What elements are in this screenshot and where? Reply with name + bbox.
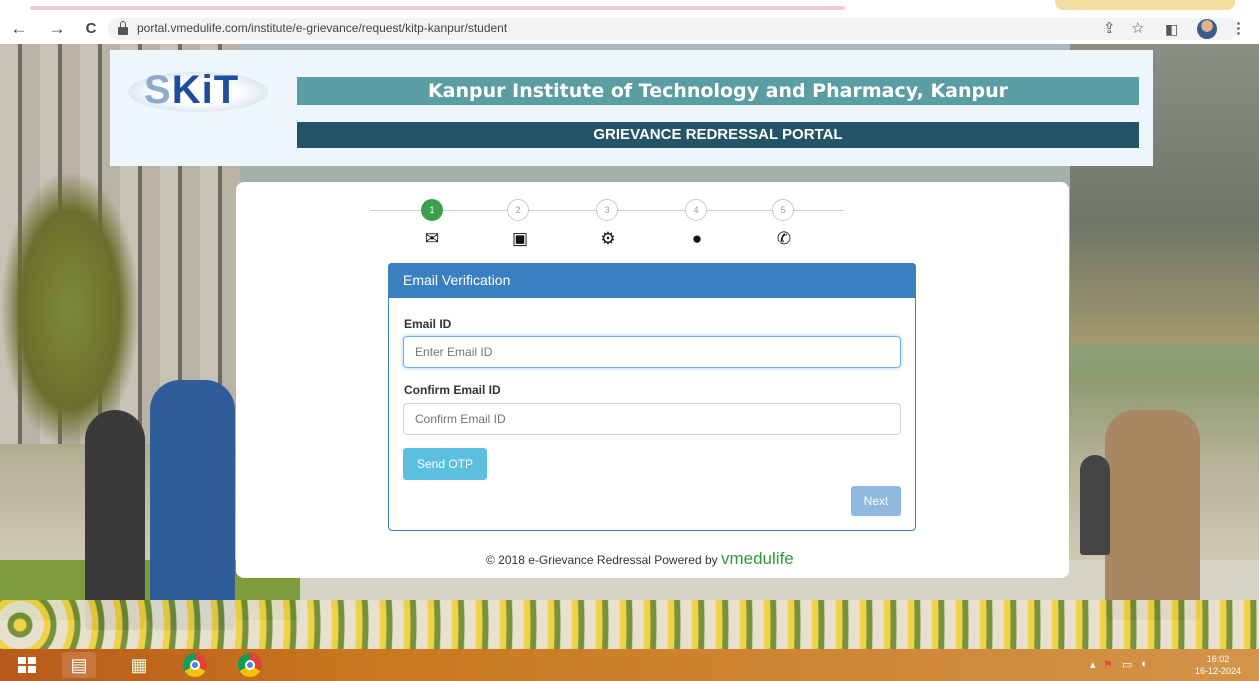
reload-button[interactable]: C [80,18,102,40]
student-figure [1080,455,1110,555]
tray-expand-icon[interactable]: ▴ [1090,658,1096,671]
student-figure [1105,410,1200,620]
network-icon[interactable]: ▭ [1122,658,1132,671]
panel-title: Email Verification [388,263,916,298]
confirm-email-label: Confirm Email ID [404,383,501,397]
step-4-indicator: 4 [685,199,707,221]
daffodils-foreground [0,600,1259,649]
contact-book-icon: ▣ [511,229,529,248]
file-explorer-button[interactable]: ▤ [62,652,96,678]
vmedulife-link[interactable]: vmedulife [721,549,794,568]
confirm-email-input[interactable] [403,403,901,435]
email-verification-panel [388,263,916,531]
chrome-icon[interactable] [183,653,207,677]
step-2-indicator: 2 [507,199,529,221]
volume-icon[interactable]: ◖ [1140,658,1147,670]
clock-time: 16:02 [1206,654,1230,664]
institute-title: Kanpur Institute of Technology and Pharm… [297,77,1139,105]
share-icon[interactable]: ⇪ [1103,20,1116,38]
profile-avatar[interactable] [1197,19,1217,39]
portal-title: GRIEVANCE REDRESSAL PORTAL [297,122,1139,148]
step-1-indicator: 1 [421,199,443,221]
excel-icon: ▦ [130,655,148,675]
menu-kebab-icon[interactable]: ⋮ [1231,20,1246,38]
footer-copyright: © 2018 e-Grievance Redressal Powered by … [486,549,794,569]
tree-background [0,170,140,450]
folder-icon: ▤ [70,655,88,675]
chrome-icon[interactable] [238,653,262,677]
taskbar-clock[interactable]: 16:02 16-12-2024 [1188,653,1248,677]
bookmark-star-icon[interactable]: ☆ [1131,20,1144,38]
email-label: Email ID [404,317,452,331]
excel-button[interactable]: ▦ [122,652,156,678]
next-button[interactable]: Next [851,486,901,516]
windows-start-icon[interactable] [18,657,36,673]
tab-indicator [1055,0,1235,10]
gears-icon: ⚙ [600,229,616,248]
tab-indicator [30,6,845,10]
step-5-indicator: 5 [772,199,794,221]
clock-date: 16-12-2024 [1194,666,1242,676]
tab-strip [0,0,1259,12]
copyright-text: © 2018 e-Grievance Redressal Powered by [486,553,718,567]
comment-icon: ● [691,229,703,248]
kit-logo: SKiT [128,66,268,114]
envelope-icon: ✉ [424,229,440,248]
lock-icon [118,21,128,35]
send-otp-button[interactable]: Send OTP [403,448,487,480]
flag-icon[interactable]: ⚑ [1103,658,1113,671]
student-figure [150,380,235,630]
forward-button[interactable]: → [46,18,68,40]
student-figure [85,410,145,630]
back-button[interactable]: ← [8,18,30,40]
phone-icon: ✆ [776,229,792,248]
url-text[interactable]: portal.vmedulife.com/institute/e-grievan… [137,21,507,35]
side-panel-icon[interactable]: ◧ [1165,20,1178,38]
email-input[interactable] [403,336,901,368]
step-3-indicator: 3 [596,199,618,221]
